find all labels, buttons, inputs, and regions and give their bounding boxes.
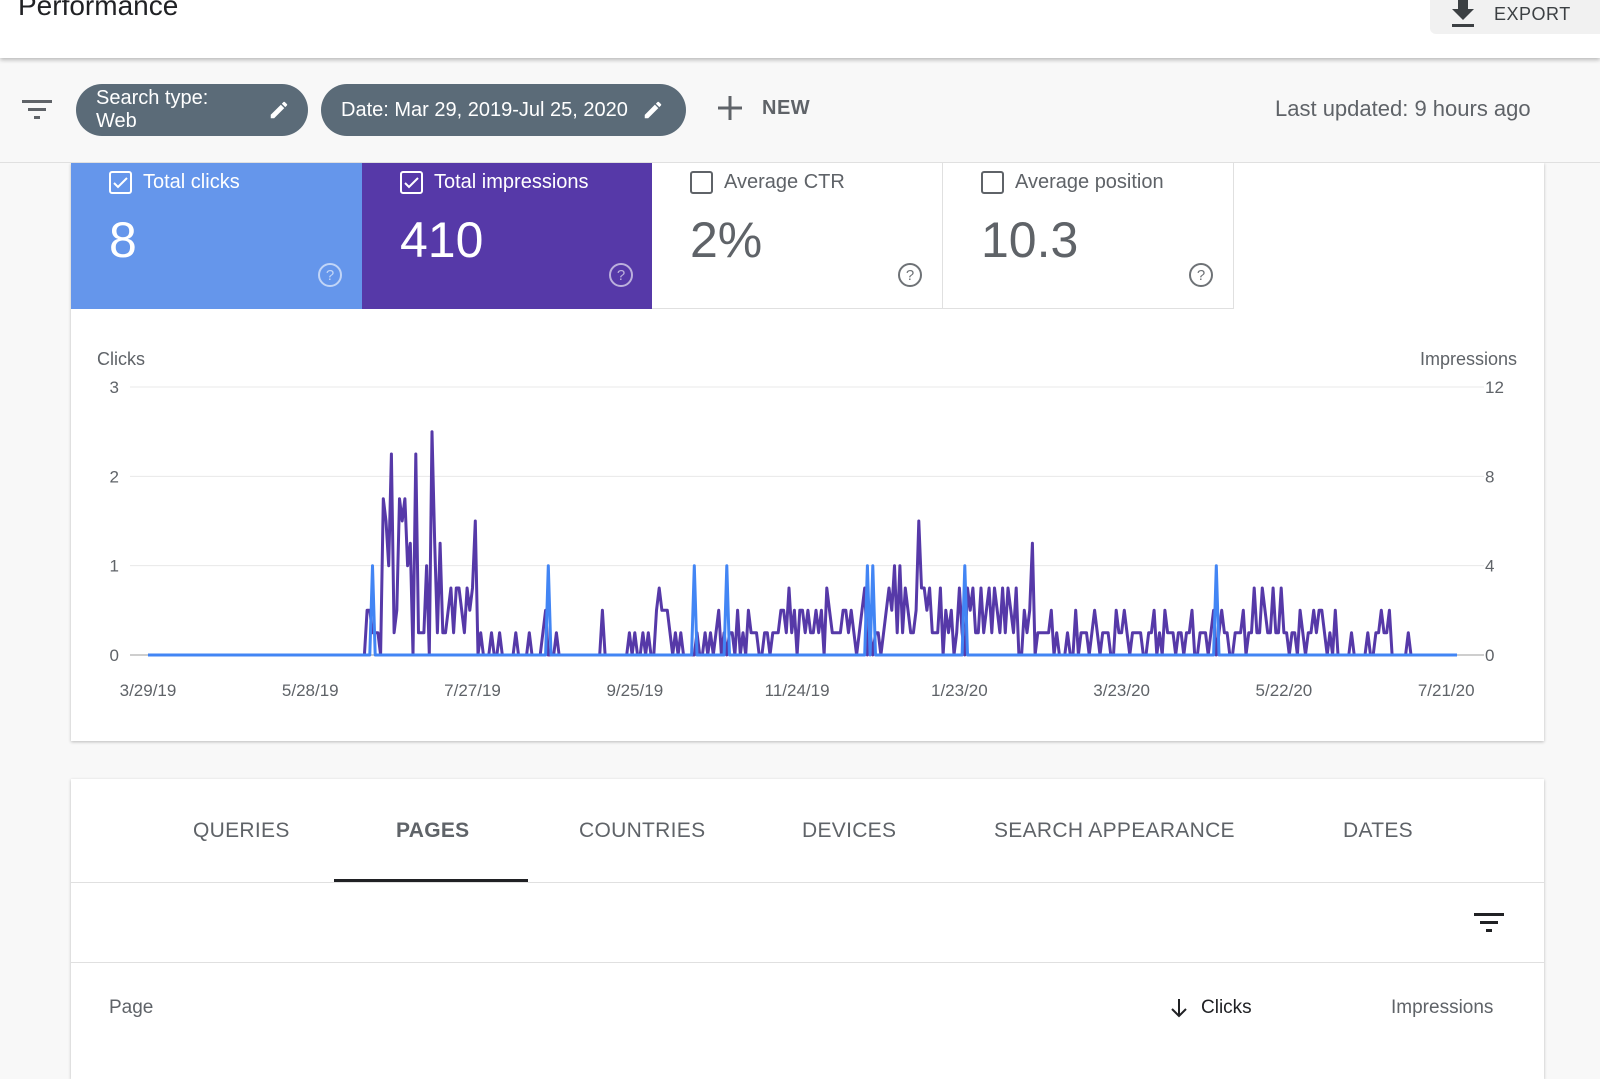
table-toolbar [71,884,1544,963]
tab-pages[interactable]: PAGES [396,819,469,843]
y-right-tick-label: 0 [1485,646,1494,665]
y-left-tick-label: 3 [110,378,119,397]
last-updated-text: Last updated: 9 hours ago [1275,96,1531,122]
x-tick-label: 3/23/20 [1093,681,1150,700]
page-title: Performance [18,0,178,22]
y-right-tick-label: 12 [1485,378,1504,397]
tab-dates[interactable]: DATES [1343,819,1413,843]
chip-label: Date: Mar 29, 2019-Jul 25, 2020 [341,99,628,122]
x-tick-label: 1/23/20 [931,681,988,700]
tab-search-appearance[interactable]: SEARCH APPEARANCE [994,819,1235,843]
x-tick-label: 11/24/19 [765,681,830,700]
chip-label: Search type: Web [96,87,254,133]
x-tick-label: 5/28/19 [282,681,339,700]
new-label: NEW [762,97,810,120]
performance-line-chart: Clicks Impressions 0 0 1 4 2 8 3 12 3/29/19 5/28… [71,163,1544,741]
x-tick-label: 3/29/19 [120,681,177,700]
column-header-page[interactable]: Page [109,997,153,1019]
dimension-table-card: QUERIES PAGES COUNTRIES DEVICES SEARCH A… [71,779,1544,1079]
x-tick-label: 5/22/20 [1256,681,1313,700]
tab-queries[interactable]: QUERIES [193,819,290,843]
plus-icon [716,94,744,122]
filter-list-icon[interactable] [1474,912,1504,934]
download-icon [1450,0,1476,28]
y-right-tick-label: 4 [1485,557,1494,576]
x-tick-label: 7/21/20 [1418,681,1475,700]
column-header-clicks[interactable]: Clicks [1169,997,1252,1019]
edit-pencil-icon [642,99,664,121]
dimension-tabs: QUERIES PAGES COUNTRIES DEVICES SEARCH A… [71,779,1544,883]
active-tab-indicator [334,879,528,882]
date-range-chip[interactable]: Date: Mar 29, 2019-Jul 25, 2020 [321,84,686,136]
y-right-tick-label: 8 [1485,467,1494,486]
search-type-chip[interactable]: Search type: Web [76,84,308,136]
sort-descending-arrow-icon [1169,997,1189,1019]
edit-pencil-icon [268,99,290,121]
export-label: EXPORT [1494,4,1571,25]
tab-countries[interactable]: COUNTRIES [579,819,705,843]
y-left-tick-label: 2 [110,467,119,486]
y-left-tick-label: 1 [110,557,119,576]
series-line-impressions [148,432,1457,655]
y-left-tick-label: 0 [110,646,119,665]
x-tick-label: 9/25/19 [606,681,663,700]
filter-list-icon[interactable] [22,98,52,122]
export-button[interactable]: EXPORT [1430,0,1600,34]
new-filter-button[interactable]: NEW [716,94,810,122]
filter-bar: Search type: Web Date: Mar 29, 2019-Jul … [0,58,1600,163]
performance-chart-card: Total clicks 8 ? Total impressions 410 ?… [71,163,1544,741]
y-left-axis-label: Clicks [97,349,145,369]
x-tick-label: 7/27/19 [444,681,501,700]
y-right-axis-label: Impressions [1420,349,1517,369]
column-header-impressions[interactable]: Impressions [1391,997,1493,1019]
page-header: Performance EXPORT [0,0,1600,58]
tab-devices[interactable]: DEVICES [802,819,896,843]
column-label: Clicks [1201,997,1252,1019]
